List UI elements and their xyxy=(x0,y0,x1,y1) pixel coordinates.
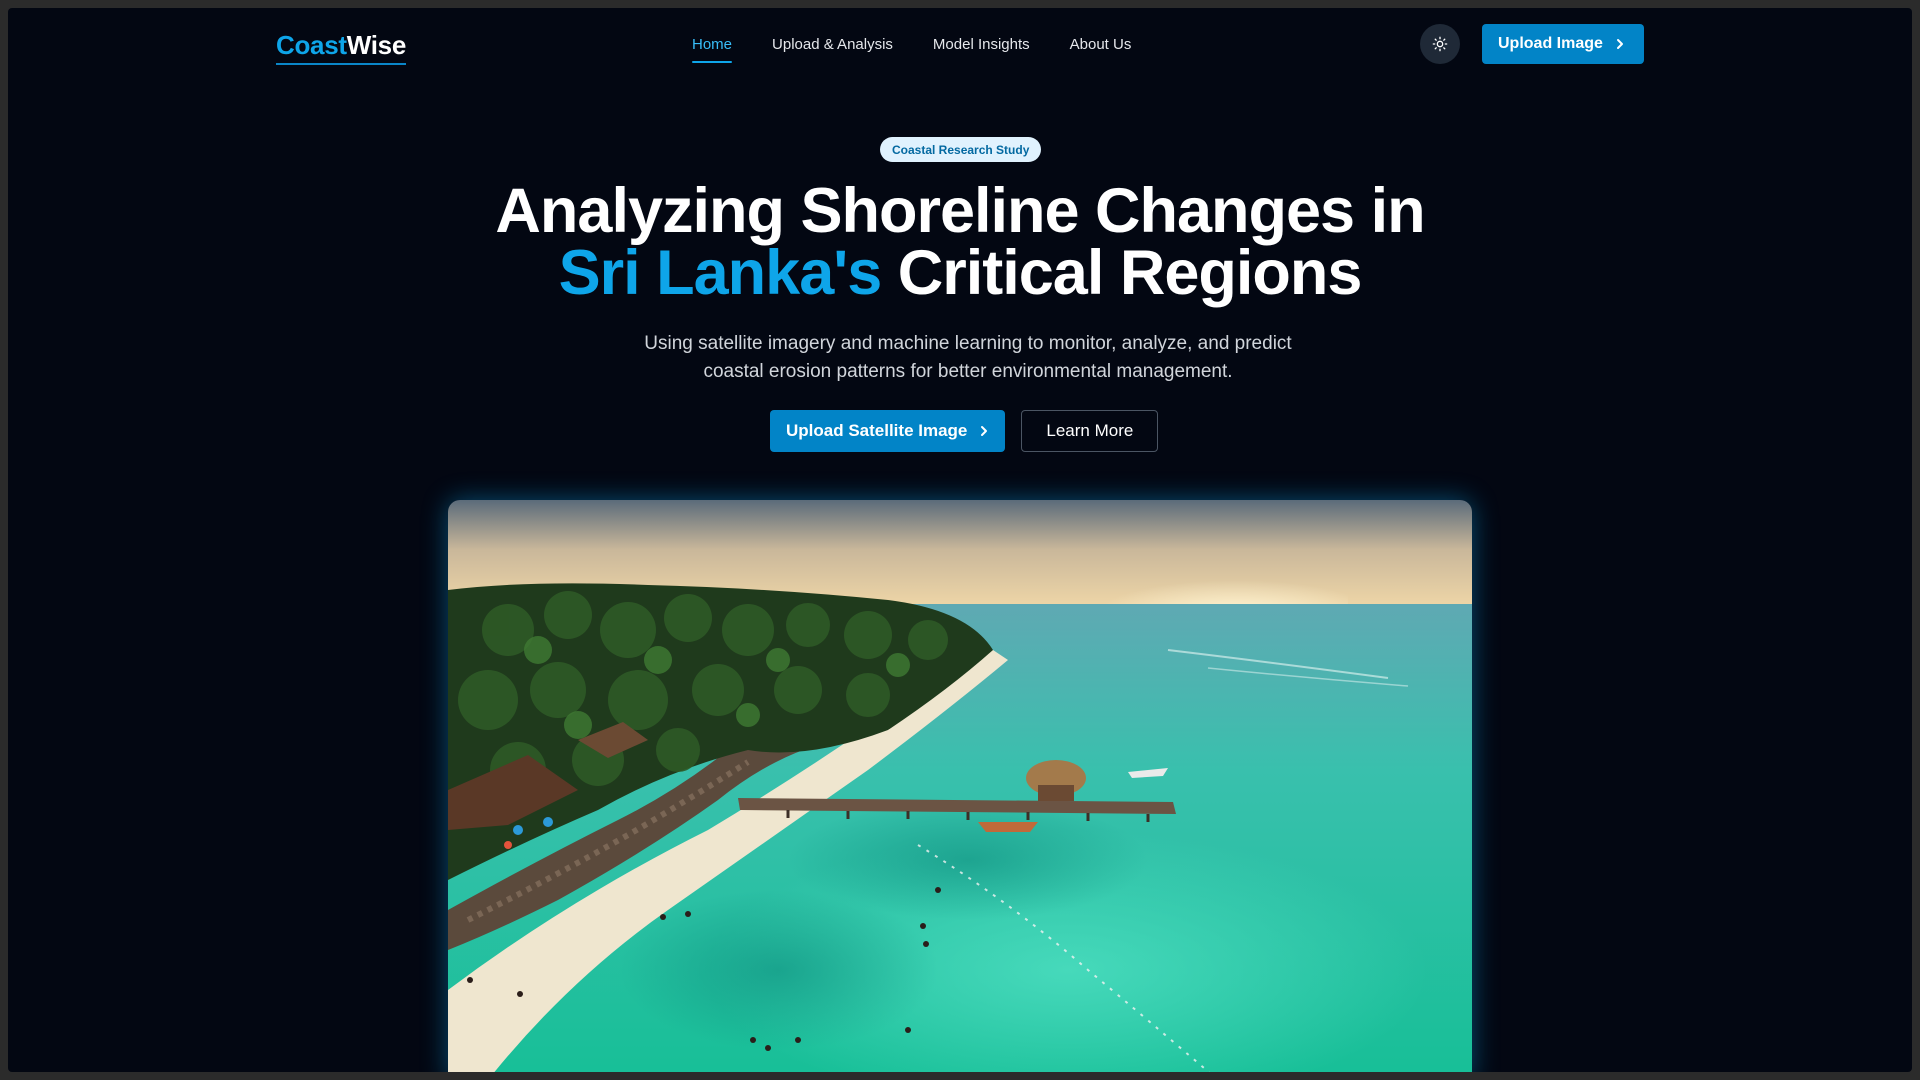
upload-satellite-image-label: Upload Satellite Image xyxy=(786,421,968,440)
hero-subtitle: Using satellite imagery and machine lear… xyxy=(568,330,1368,386)
nav-links: Home Upload & Analysis Model Insights Ab… xyxy=(692,36,1131,63)
headline-line-2-rest: Critical Regions xyxy=(881,238,1363,308)
page-title: Analyzing Shoreline Changes in Sri Lanka… xyxy=(8,180,1912,305)
headline-highlight: Sri Lanka's xyxy=(558,238,883,308)
logo-part-coast: Coast xyxy=(276,30,347,60)
research-badge: Coastal Research Study xyxy=(880,137,1042,162)
headline-line-1: Analyzing Shoreline Changes in xyxy=(495,176,1425,246)
navbar: CoastWise Home Upload & Analysis Model I… xyxy=(8,8,1912,80)
logo[interactable]: CoastWise xyxy=(276,30,406,65)
theme-toggle-button[interactable] xyxy=(1420,24,1460,64)
nav-link-about-us[interactable]: About Us xyxy=(1070,36,1132,63)
hero-coastline-image xyxy=(448,500,1472,1072)
chevron-right-icon xyxy=(981,426,988,436)
chevron-right-icon xyxy=(1616,39,1623,49)
logo-part-wise: Wise xyxy=(346,30,407,60)
upload-satellite-image-button[interactable]: Upload Satellite Image xyxy=(770,410,1006,452)
sun-icon xyxy=(1432,36,1448,52)
nav-link-upload-analysis[interactable]: Upload & Analysis xyxy=(772,36,893,63)
nav-upload-image-button[interactable]: Upload Image xyxy=(1482,24,1644,64)
hero-subtitle-line-1: Using satellite imagery and machine lear… xyxy=(644,333,1292,354)
learn-more-button[interactable]: Learn More xyxy=(1021,410,1159,452)
browser-viewport: CoastWise Home Upload & Analysis Model I… xyxy=(8,8,1912,1072)
nav-upload-image-label: Upload Image xyxy=(1498,35,1603,52)
hero-actions: Upload Satellite Image Learn More xyxy=(770,410,1159,452)
nav-link-model-insights[interactable]: Model Insights xyxy=(933,36,1030,63)
learn-more-label: Learn More xyxy=(1046,421,1134,440)
coastline-illustration xyxy=(448,500,1472,1072)
hero-subtitle-line-2: coastal erosion patterns for better envi… xyxy=(703,361,1233,382)
nav-link-home[interactable]: Home xyxy=(692,36,733,63)
